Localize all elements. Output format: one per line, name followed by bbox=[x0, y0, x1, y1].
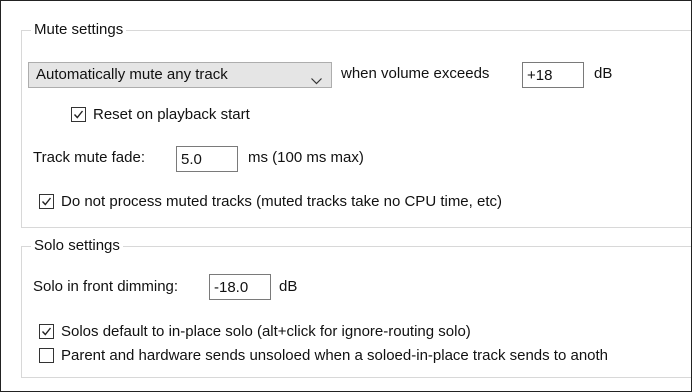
reset-on-playback-label: Reset on playback start bbox=[93, 106, 250, 123]
parent-hardware-sends-checkbox[interactable] bbox=[39, 348, 54, 363]
volume-unit-label: dB bbox=[594, 65, 613, 82]
mute-settings-title: Mute settings bbox=[31, 22, 127, 38]
track-mute-fade-label: Track mute fade: bbox=[33, 149, 145, 166]
when-volume-label: when volume exceeds bbox=[341, 65, 490, 82]
chevron-down-icon bbox=[311, 72, 322, 89]
track-mute-fade-input[interactable] bbox=[176, 146, 238, 172]
solo-settings-title: Solo settings bbox=[31, 238, 123, 254]
parent-hardware-sends-label: Parent and hardware sends unsoloed when … bbox=[61, 347, 609, 364]
solo-dimming-input[interactable] bbox=[209, 274, 271, 300]
volume-threshold-input[interactable] bbox=[522, 62, 584, 88]
track-mute-fade-unit: ms (100 ms max) bbox=[248, 149, 364, 166]
checkmark-icon bbox=[41, 327, 52, 336]
solos-default-in-place-checkbox[interactable] bbox=[39, 324, 54, 339]
solo-dimming-label: Solo in front dimming: bbox=[33, 278, 179, 295]
checkmark-icon bbox=[73, 110, 84, 119]
do-not-process-muted-checkbox[interactable] bbox=[39, 194, 54, 209]
solos-default-in-place-label: Solos default to in-place solo (alt+clic… bbox=[61, 323, 471, 340]
auto-mute-dropdown[interactable]: Automatically mute any track bbox=[28, 62, 332, 88]
do-not-process-muted-label: Do not process muted tracks (muted track… bbox=[61, 193, 502, 210]
reset-on-playback-checkbox[interactable] bbox=[71, 107, 86, 122]
preferences-panel: Mute settings Automatically mute any tra… bbox=[0, 0, 692, 392]
solo-dimming-unit: dB bbox=[279, 278, 298, 295]
checkmark-icon bbox=[41, 197, 52, 206]
auto-mute-dropdown-value: Automatically mute any track bbox=[36, 66, 228, 83]
